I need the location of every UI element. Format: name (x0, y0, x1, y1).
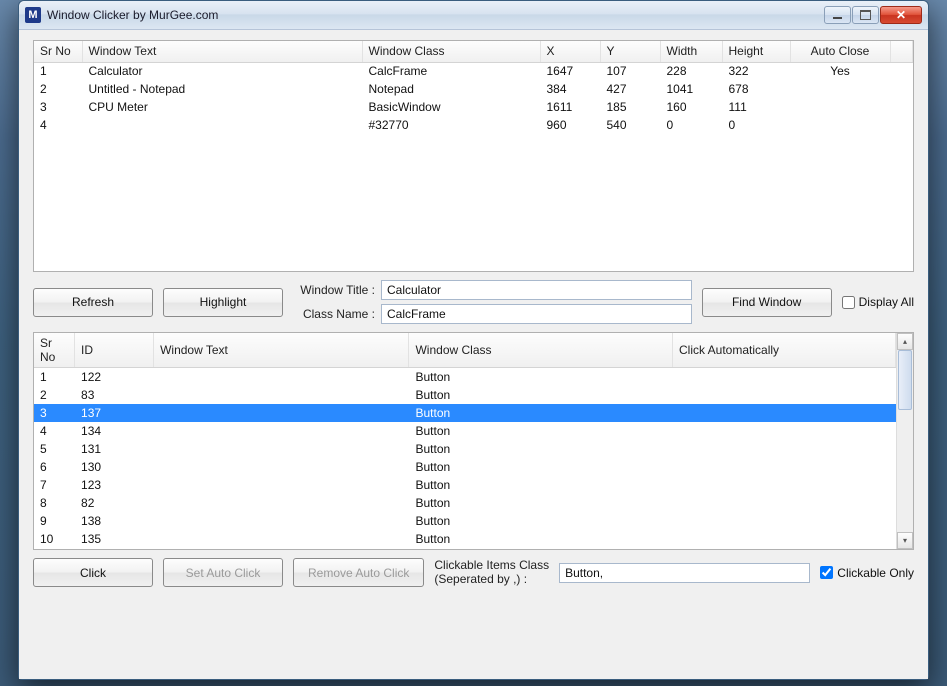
controls-table-header[interactable]: Sr No (34, 333, 75, 368)
table-row[interactable]: 4134Button (34, 422, 896, 440)
app-icon: M (25, 7, 41, 23)
table-row[interactable]: 3CPU MeterBasicWindow1611185160111 (34, 98, 913, 116)
window-title-label: Window Title : (293, 283, 375, 297)
scroll-up-button[interactable]: ▴ (897, 333, 913, 350)
find-window-button[interactable]: Find Window (702, 288, 832, 317)
table-row[interactable]: 1CalculatorCalcFrame1647107228322Yes (34, 62, 913, 80)
click-button[interactable]: Click (33, 558, 153, 587)
windows-table-header[interactable]: Window Class (362, 41, 540, 62)
remove-auto-click-button[interactable]: Remove Auto Click (293, 558, 424, 587)
table-row[interactable]: 283Button (34, 386, 896, 404)
clickable-items-class-input[interactable] (559, 563, 810, 583)
set-auto-click-button[interactable]: Set Auto Click (163, 558, 283, 587)
clickable-items-class-label: Clickable Items Class (Seperated by ,) : (434, 559, 549, 585)
controls-table-header[interactable]: ID (75, 333, 154, 368)
client-area: Sr NoWindow TextWindow ClassXYWidthHeigh… (19, 30, 928, 679)
clickable-only-label: Clickable Only (837, 566, 914, 580)
table-row[interactable]: 1122Button (34, 368, 896, 386)
controls-table-header[interactable]: Window Class (409, 333, 673, 368)
controls-table-header[interactable]: Window Text (154, 333, 409, 368)
clickable-only-checkbox[interactable]: Clickable Only (820, 566, 914, 580)
table-row[interactable]: 4#3277096054000 (34, 116, 913, 134)
class-name-input[interactable] (381, 304, 692, 324)
refresh-button[interactable]: Refresh (33, 288, 153, 317)
display-all-checkbox[interactable]: Display All (842, 295, 914, 309)
windows-table-panel: Sr NoWindow TextWindow ClassXYWidthHeigh… (33, 40, 914, 272)
table-row[interactable]: 10135Button (34, 530, 896, 548)
window-title-text: Window Clicker by MurGee.com (47, 8, 218, 22)
highlight-button[interactable]: Highlight (163, 288, 283, 317)
controls-table[interactable]: Sr NoIDWindow TextWindow ClassClick Auto… (34, 333, 896, 549)
scroll-thumb[interactable] (898, 350, 912, 410)
windows-table-header[interactable]: Window Text (82, 41, 362, 62)
scroll-down-button[interactable]: ▾ (897, 532, 913, 549)
close-button[interactable]: ✕ (880, 6, 922, 24)
table-row[interactable]: 11132Button (34, 548, 896, 550)
windows-table-header[interactable]: Y (600, 41, 660, 62)
bottom-controls: Click Set Auto Click Remove Auto Click C… (33, 558, 914, 587)
maximize-button[interactable] (852, 6, 879, 24)
class-name-label: Class Name : (293, 307, 375, 321)
table-row[interactable]: 882Button (34, 494, 896, 512)
windows-table[interactable]: Sr NoWindow TextWindow ClassXYWidthHeigh… (34, 41, 913, 134)
controls-scrollbar[interactable]: ▴ ▾ (896, 333, 913, 549)
titlebar[interactable]: M Window Clicker by MurGee.com ✕ (19, 1, 928, 30)
minimize-button[interactable] (824, 6, 851, 24)
app-window: M Window Clicker by MurGee.com ✕ Sr NoWi… (18, 0, 929, 680)
table-row[interactable]: 3137Button (34, 404, 896, 422)
middle-controls: Refresh Highlight Window Title : Class N… (33, 280, 914, 324)
display-all-label: Display All (859, 295, 914, 309)
windows-table-header[interactable]: X (540, 41, 600, 62)
window-title-input[interactable] (381, 280, 692, 300)
windows-table-header[interactable]: Height (722, 41, 790, 62)
table-row[interactable]: 9138Button (34, 512, 896, 530)
controls-table-header[interactable]: Click Automatically (673, 333, 896, 368)
table-row[interactable]: 7123Button (34, 476, 896, 494)
table-row[interactable]: 2Untitled - NotepadNotepad3844271041678 (34, 80, 913, 98)
controls-table-panel: Sr NoIDWindow TextWindow ClassClick Auto… (33, 332, 914, 550)
windows-table-header[interactable]: Sr No (34, 41, 82, 62)
windows-table-header[interactable]: Width (660, 41, 722, 62)
table-row[interactable]: 5131Button (34, 440, 896, 458)
windows-table-header[interactable]: Auto Close (790, 41, 890, 62)
table-row[interactable]: 6130Button (34, 458, 896, 476)
